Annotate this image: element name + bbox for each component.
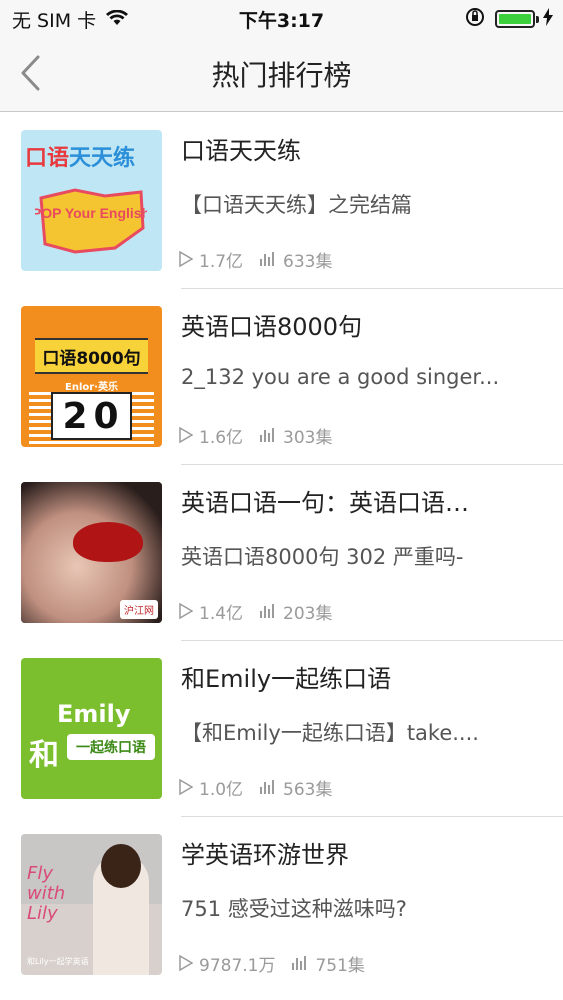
play-triangle-icon bbox=[179, 779, 193, 795]
rotation-lock-icon bbox=[465, 7, 485, 31]
play-count: 9787.1万 bbox=[199, 955, 276, 976]
cover-emily: Emily bbox=[57, 700, 131, 728]
item-subtitle: 【和Emily一起练口语】take.... bbox=[181, 721, 479, 745]
play-count: 1.7亿 bbox=[199, 251, 244, 272]
pop-your-english-logo: POP Your English bbox=[35, 188, 147, 254]
cover-caption: 和Lily一起学英语 bbox=[27, 957, 89, 966]
item-title: 英语口语8000句 bbox=[181, 313, 363, 341]
play-count: 1.4亿 bbox=[199, 603, 244, 624]
cover-tag: 一起练口语 bbox=[67, 734, 155, 760]
item-meta: 1.7亿 633集 bbox=[179, 248, 333, 272]
list-item[interactable]: Fly with Lily 和Lily一起学英语 学英语环游世界 751 感受过… bbox=[0, 817, 563, 993]
cover-title: 口语天天练 bbox=[25, 146, 136, 171]
cover-image: 口语8000句 Enlor·英乐 20 bbox=[21, 306, 162, 447]
page-title: 热门排行榜 bbox=[211, 59, 352, 92]
nav-bar: 热门排行榜 bbox=[0, 40, 563, 112]
item-meta: 1.0亿 563集 bbox=[179, 776, 333, 800]
svg-text:POP Your English: POP Your English bbox=[35, 205, 147, 221]
bar-chart-icon bbox=[291, 955, 309, 971]
cover-image: Fly with Lily 和Lily一起学英语 bbox=[21, 834, 162, 975]
battery-icon bbox=[495, 10, 539, 28]
play-count: 1.6亿 bbox=[199, 427, 244, 448]
cover-logo: 沪江网 bbox=[120, 600, 158, 619]
cover-brand: Enlor·英乐 bbox=[65, 382, 118, 393]
item-meta: 1.4亿 203集 bbox=[179, 600, 333, 624]
battery-tip bbox=[536, 16, 539, 23]
item-title: 学英语环游世界 bbox=[181, 841, 349, 869]
episode-count: 633集 bbox=[283, 251, 333, 272]
cover-rose bbox=[73, 522, 143, 562]
list-item[interactable]: Emily 和 一起练口语 和Emily一起练口语 【和Emily一起练口语】t… bbox=[0, 641, 563, 817]
item-title: 和Emily一起练口语 bbox=[181, 665, 392, 693]
episode-count: 303集 bbox=[283, 427, 333, 448]
bar-chart-icon bbox=[259, 251, 277, 267]
item-subtitle: 2_132 you are a good singer... bbox=[181, 365, 500, 389]
ranking-list: 口语天天练 POP Your English 口语天天练 【口语天天练】之完结篇… bbox=[0, 113, 563, 993]
list-item[interactable]: 沪江网 英语口语一句：英语口语… 英语口语8000句 302 严重吗- 1.4亿… bbox=[0, 465, 563, 641]
cover-hair bbox=[101, 844, 141, 888]
chevron-left-icon bbox=[20, 55, 40, 95]
back-button[interactable] bbox=[8, 50, 52, 100]
item-meta: 9787.1万 751集 bbox=[179, 952, 365, 976]
episode-count: 563集 bbox=[283, 779, 333, 800]
bar-chart-icon bbox=[259, 779, 277, 795]
cover-image: 沪江网 bbox=[21, 482, 162, 623]
cover-band: 口语8000句 bbox=[35, 338, 148, 374]
cover-calendar: 20 bbox=[51, 392, 132, 440]
status-bar: 无 SIM 卡 下午3:17 bbox=[0, 0, 563, 40]
bar-chart-icon bbox=[259, 603, 277, 619]
play-triangle-icon bbox=[179, 427, 193, 443]
item-title: 口语天天练 bbox=[181, 137, 301, 165]
play-count: 1.0亿 bbox=[199, 779, 244, 800]
cover-fly: Fly with Lily bbox=[27, 863, 66, 924]
play-triangle-icon bbox=[179, 603, 193, 619]
cover-image: Emily 和 一起练口语 bbox=[21, 658, 162, 799]
status-right bbox=[465, 7, 553, 31]
play-triangle-icon bbox=[179, 251, 193, 267]
battery-level bbox=[499, 14, 531, 24]
cover-he: 和 bbox=[29, 738, 59, 773]
item-subtitle: 【口语天天练】之完结篇 bbox=[181, 193, 412, 217]
item-title: 英语口语一句：英语口语… bbox=[181, 489, 469, 517]
episode-count: 751集 bbox=[315, 955, 365, 976]
play-triangle-icon bbox=[179, 955, 193, 971]
episode-count: 203集 bbox=[283, 603, 333, 624]
item-meta: 1.6亿 303集 bbox=[179, 424, 333, 448]
bar-chart-icon bbox=[259, 427, 277, 443]
cover-image: 口语天天练 POP Your English bbox=[21, 130, 162, 271]
item-subtitle: 751 感受过这种滋味吗? bbox=[181, 897, 407, 921]
list-item[interactable]: 口语8000句 Enlor·英乐 20 英语口语8000句 2_132 you … bbox=[0, 289, 563, 465]
item-subtitle: 英语口语8000句 302 严重吗- bbox=[181, 545, 464, 569]
charging-bolt-icon bbox=[543, 8, 553, 30]
list-item[interactable]: 口语天天练 POP Your English 口语天天练 【口语天天练】之完结篇… bbox=[0, 113, 563, 289]
